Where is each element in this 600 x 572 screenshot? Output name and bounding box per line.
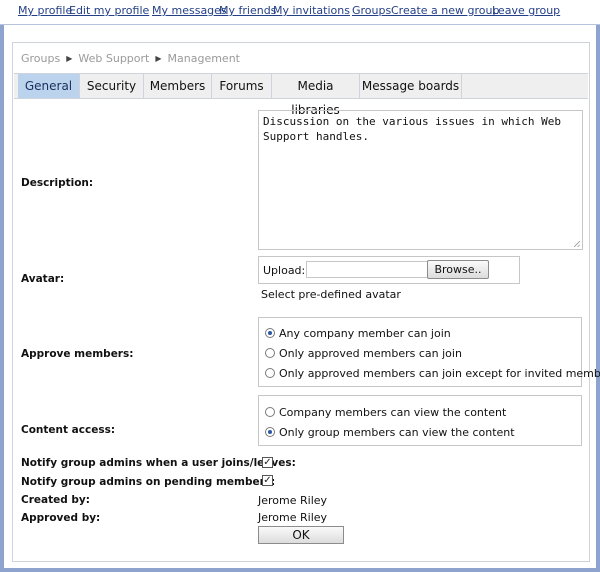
my-invitations-link[interactable]: My invitations	[273, 4, 350, 17]
radio-icon[interactable]	[265, 368, 275, 378]
my-messages-link[interactable]: My messages	[152, 4, 227, 17]
tab-media-libraries[interactable]: Media libraries	[272, 74, 360, 117]
tab-forums[interactable]: Forums	[212, 74, 272, 98]
create-group-link[interactable]: Create a new group	[391, 4, 499, 17]
radio-selected-icon[interactable]	[265, 427, 275, 437]
my-friends-link[interactable]: My friends	[219, 4, 276, 17]
notify-join-checkbox[interactable]: ✓	[262, 457, 273, 468]
approve-option-approved[interactable]: Only approved members can join	[265, 347, 462, 360]
radio-icon[interactable]	[265, 407, 275, 417]
avatar-label: Avatar:	[21, 273, 65, 285]
tab-bar: General Security Members Forums Media li…	[14, 73, 588, 117]
ok-button[interactable]: OK	[258, 526, 344, 544]
content-option-group-only[interactable]: Only group members can view the content	[265, 426, 515, 439]
tab-message-boards[interactable]: Message boards	[360, 74, 462, 98]
select-predefined-avatar-link[interactable]: Select pre-defined avatar	[261, 288, 401, 301]
approve-option-any[interactable]: Any company member can join	[265, 327, 451, 340]
description-label: Description:	[21, 177, 94, 189]
upload-label: Upload:	[263, 264, 306, 277]
created-by-label: Created by:	[21, 494, 90, 506]
breadcrumb-management: Management	[167, 52, 240, 65]
content-option-company[interactable]: Company members can view the content	[265, 406, 506, 419]
description-text: Discussion on the various issues in whic…	[263, 115, 568, 143]
tab-general[interactable]: General	[18, 74, 80, 98]
avatar-upload-box: Upload: Browse..	[258, 256, 520, 284]
tab-security[interactable]: Security	[80, 74, 144, 98]
approved-by-label: Approved by:	[21, 512, 101, 524]
notify-pending-checkbox[interactable]: ✓	[262, 475, 273, 486]
content-access-label: Content access:	[21, 424, 116, 436]
radio-icon[interactable]	[265, 348, 275, 358]
groups-link[interactable]: Groups	[352, 4, 391, 17]
top-navigation: My profile Edit my profile My messages M…	[0, 0, 600, 25]
approve-members-label: Approve members:	[21, 348, 134, 360]
breadcrumb: Groups ▶ Web Support ▶ Management	[21, 52, 240, 65]
chevron-right-icon: ▶	[66, 54, 73, 63]
description-textarea[interactable]: Discussion on the various issues in whic…	[258, 110, 583, 250]
file-path-input[interactable]	[306, 261, 428, 278]
edit-my-profile-link[interactable]: Edit my profile	[69, 4, 149, 17]
content-access-group: Company members can view the content Onl…	[258, 395, 582, 446]
approve-option-approved-except-invited[interactable]: Only approved members can join except fo…	[265, 367, 600, 380]
resize-grip-icon[interactable]	[574, 241, 580, 247]
chevron-right-icon: ▶	[155, 54, 162, 63]
tab-members[interactable]: Members	[144, 74, 212, 98]
notify-join-label: Notify group admins when a user joins/le…	[21, 457, 296, 469]
breadcrumb-groups[interactable]: Groups	[21, 52, 60, 65]
breadcrumb-web-support[interactable]: Web Support	[78, 52, 149, 65]
my-profile-link[interactable]: My profile	[18, 4, 72, 17]
radio-selected-icon[interactable]	[265, 328, 275, 338]
browse-button[interactable]: Browse..	[427, 260, 489, 279]
notify-pending-label: Notify group admins on pending members:	[21, 476, 276, 488]
approved-by-value: Jerome Riley	[258, 511, 328, 524]
created-by-value: Jerome Riley	[258, 494, 328, 507]
approve-members-group: Any company member can join Only approve…	[258, 317, 600, 387]
leave-group-link[interactable]: Leave group	[492, 4, 560, 17]
